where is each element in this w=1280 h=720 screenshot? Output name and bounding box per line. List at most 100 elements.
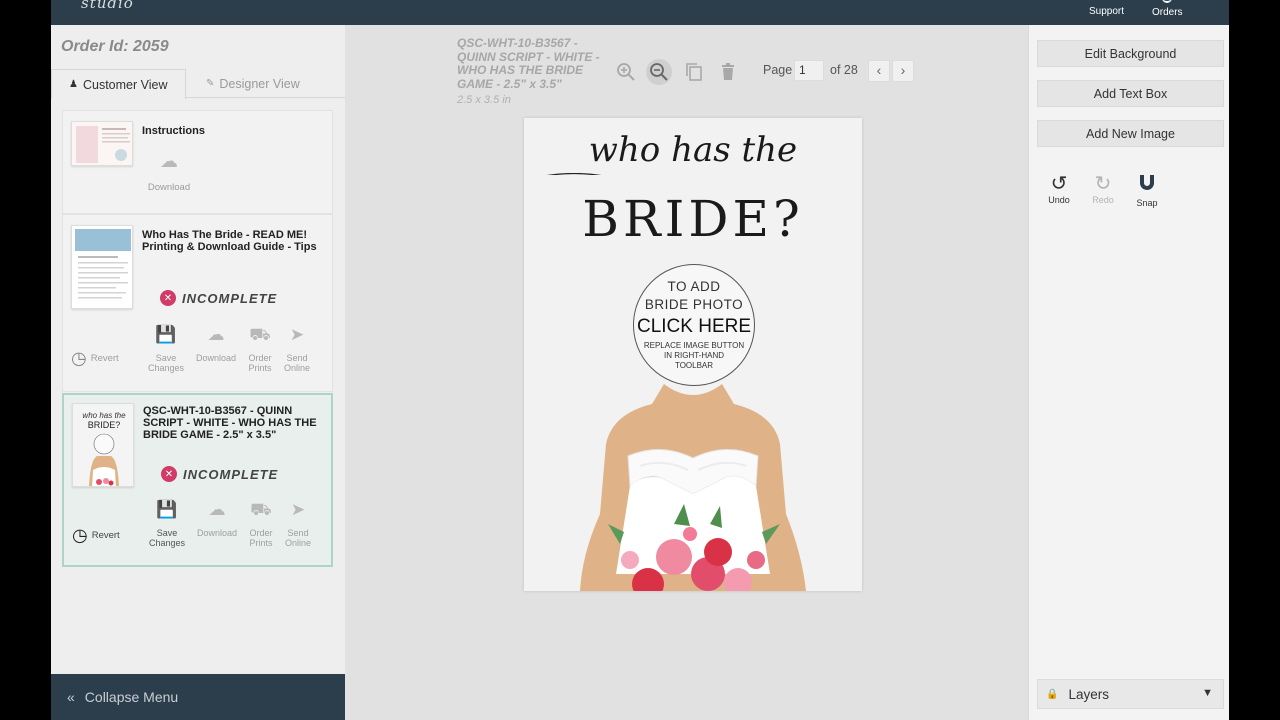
page-number-input[interactable]: 1 [794, 60, 824, 81]
send-online-button[interactable]: ➤ Send Online [279, 326, 315, 373]
save-label: Save Changes [147, 353, 185, 373]
order-prints-button[interactable]: ⛟ Order Prints [243, 325, 277, 373]
zoom-in-button[interactable] [613, 59, 639, 85]
chevron-right-icon: › [900, 62, 906, 78]
pencil-icon: ✎ [206, 78, 215, 89]
status-badge: ✕ INCOMPLETE [161, 466, 278, 482]
add-new-image-button[interactable]: Add New Image [1037, 120, 1224, 147]
order-prints-label: Order Prints [249, 528, 273, 548]
order-prints-label: Order Prints [248, 353, 272, 373]
view-tabs: ♟ Customer View ✎ Designer View [51, 69, 345, 99]
duplicate-button[interactable] [681, 59, 707, 85]
trash-icon [722, 63, 734, 80]
copy-icon [686, 63, 702, 81]
redo-button[interactable]: ↻ Redo [1085, 173, 1121, 205]
download-button[interactable]: ☁ Download [145, 151, 193, 193]
lock-icon: 🔒 [1046, 688, 1059, 700]
status-badge: ✕ INCOMPLETE [160, 290, 277, 306]
revert-button[interactable]: ◷ Revert [72, 525, 120, 546]
photo-line-5: IN RIGHT-HAND [664, 351, 724, 360]
history-icon: ◷ [72, 525, 88, 545]
design-canvas[interactable]: who has the BRIDE? TO ADD BRIDE PHOTO CL… [524, 118, 862, 591]
previous-page-button[interactable]: ‹ [868, 60, 890, 82]
support-link[interactable]: Support [1089, 0, 1124, 25]
chevron-left-icon: ‹ [876, 62, 882, 78]
flourish-left [546, 173, 602, 175]
tab-designer-view[interactable]: ✎ Designer View [186, 69, 345, 98]
undo-button[interactable]: ↺ Undo [1041, 173, 1077, 205]
tab-label: Customer View [82, 77, 168, 92]
right-toolbar: Edit Background Add Text Box Add New Ima… [1028, 25, 1229, 720]
undo-label: Undo [1048, 195, 1070, 205]
save-label: Save Changes [148, 528, 186, 548]
truck-icon: ⛟ [250, 500, 272, 519]
snap-button[interactable]: Snap [1129, 173, 1165, 208]
card-title: QSC-WHT-10-B3567 - QUINN SCRIPT - WHITE … [143, 405, 317, 441]
layers-panel-toggle[interactable]: 🔒 Layers ▼ [1037, 679, 1224, 709]
photo-line-3: CLICK HERE [636, 316, 752, 337]
photo-line-6: TOOLBAR [674, 361, 714, 370]
download-button[interactable]: ☁ Download [192, 500, 242, 538]
floppy-disk-icon: 💾 [156, 500, 178, 519]
magnet-icon [1129, 173, 1165, 198]
snap-label: Snap [1136, 198, 1158, 208]
file-card-game[interactable]: who has the BRIDE? QSC-WHT-10-B3567 - QU… [62, 393, 333, 567]
bride-illustration[interactable] [524, 374, 862, 591]
download-label: Download [195, 353, 237, 363]
readme-thumbnail [71, 225, 133, 309]
bride-heading[interactable]: BRIDE? [524, 190, 862, 248]
close-circle-icon: ✕ [160, 290, 176, 306]
status-label: INCOMPLETE [182, 290, 278, 306]
double-chevron-left-icon: « [67, 689, 75, 705]
orders-link[interactable]: Orders [1152, 0, 1183, 25]
top-bar: studio Support Orders [51, 0, 1229, 25]
brand-logo[interactable]: studio [81, 0, 134, 12]
revert-button[interactable]: ◷ Revert [71, 348, 119, 369]
orders-label: Orders [1152, 7, 1183, 18]
save-changes-button[interactable]: 💾 Save Changes [144, 500, 190, 548]
photo-line-1: TO ADD [667, 279, 721, 294]
layers-label: Layers [1068, 686, 1109, 702]
user-icon: ♟ [69, 79, 78, 90]
download-button[interactable]: ☁ Download [191, 326, 241, 363]
card-actions: ◷ Revert 💾 Save Changes ☁ Download ⛟ Ord… [64, 500, 335, 553]
app-frame: studio Support Orders Order Id: 2059 ♟ C… [51, 0, 1229, 720]
file-card-instructions[interactable]: Instructions ☁ Download [62, 110, 333, 214]
card-actions: ◷ Revert 💾 Save Changes ☁ Download ⛟ Ord… [63, 325, 334, 378]
page-label: Page [763, 63, 793, 77]
collapse-menu-label: Collapse Menu [84, 689, 179, 705]
add-text-box-button[interactable]: Add Text Box [1037, 80, 1224, 107]
card-title: Who Has The Bride - READ ME! Printing & … [142, 229, 317, 253]
edit-background-button[interactable]: Edit Background [1037, 40, 1224, 67]
zoom-out-button[interactable] [646, 59, 672, 85]
redo-icon: ↻ [1094, 173, 1112, 195]
zoom-in-icon [617, 63, 635, 81]
tab-customer-view[interactable]: ♟ Customer View [51, 69, 186, 99]
order-prints-button[interactable]: ⛟ Order Prints [244, 500, 278, 548]
tab-label: Designer View [219, 76, 300, 91]
zoom-out-icon [650, 63, 668, 81]
cloud-download-icon: ☁ [208, 500, 226, 519]
status-label: INCOMPLETE [183, 466, 279, 482]
order-id: Order Id: 2059 [61, 38, 169, 55]
delete-button[interactable] [715, 59, 741, 85]
collapse-menu-button[interactable]: « Collapse Menu [51, 674, 345, 720]
script-heading[interactable]: who has the [524, 130, 862, 170]
send-online-button[interactable]: ➤ Send Online [280, 501, 316, 548]
photo-line-2: BRIDE PHOTO [644, 297, 744, 312]
photo-placeholder[interactable]: TO ADD BRIDE PHOTO CLICK HERE REPLACE IM… [633, 264, 755, 386]
file-card-readme[interactable]: Who Has The Bride - READ ME! Printing & … [62, 214, 333, 392]
document-size: 2.5 x 3.5 in [457, 94, 511, 106]
download-label: Download [196, 528, 238, 538]
left-sidebar: Order Id: 2059 ♟ Customer View ✎ Designe… [51, 25, 345, 720]
next-page-button[interactable]: › [892, 60, 914, 82]
chevron-down-icon: ▼ [1202, 687, 1213, 699]
svg-text:BRIDE?: BRIDE? [88, 420, 121, 430]
redo-label: Redo [1092, 195, 1114, 205]
revert-label: Revert [91, 530, 120, 541]
truck-icon: ⛟ [249, 325, 271, 344]
close-circle-icon: ✕ [161, 466, 177, 482]
card-title: Instructions [142, 125, 205, 137]
undo-icon: ↺ [1050, 173, 1068, 195]
save-changes-button[interactable]: 💾 Save Changes [143, 326, 189, 373]
